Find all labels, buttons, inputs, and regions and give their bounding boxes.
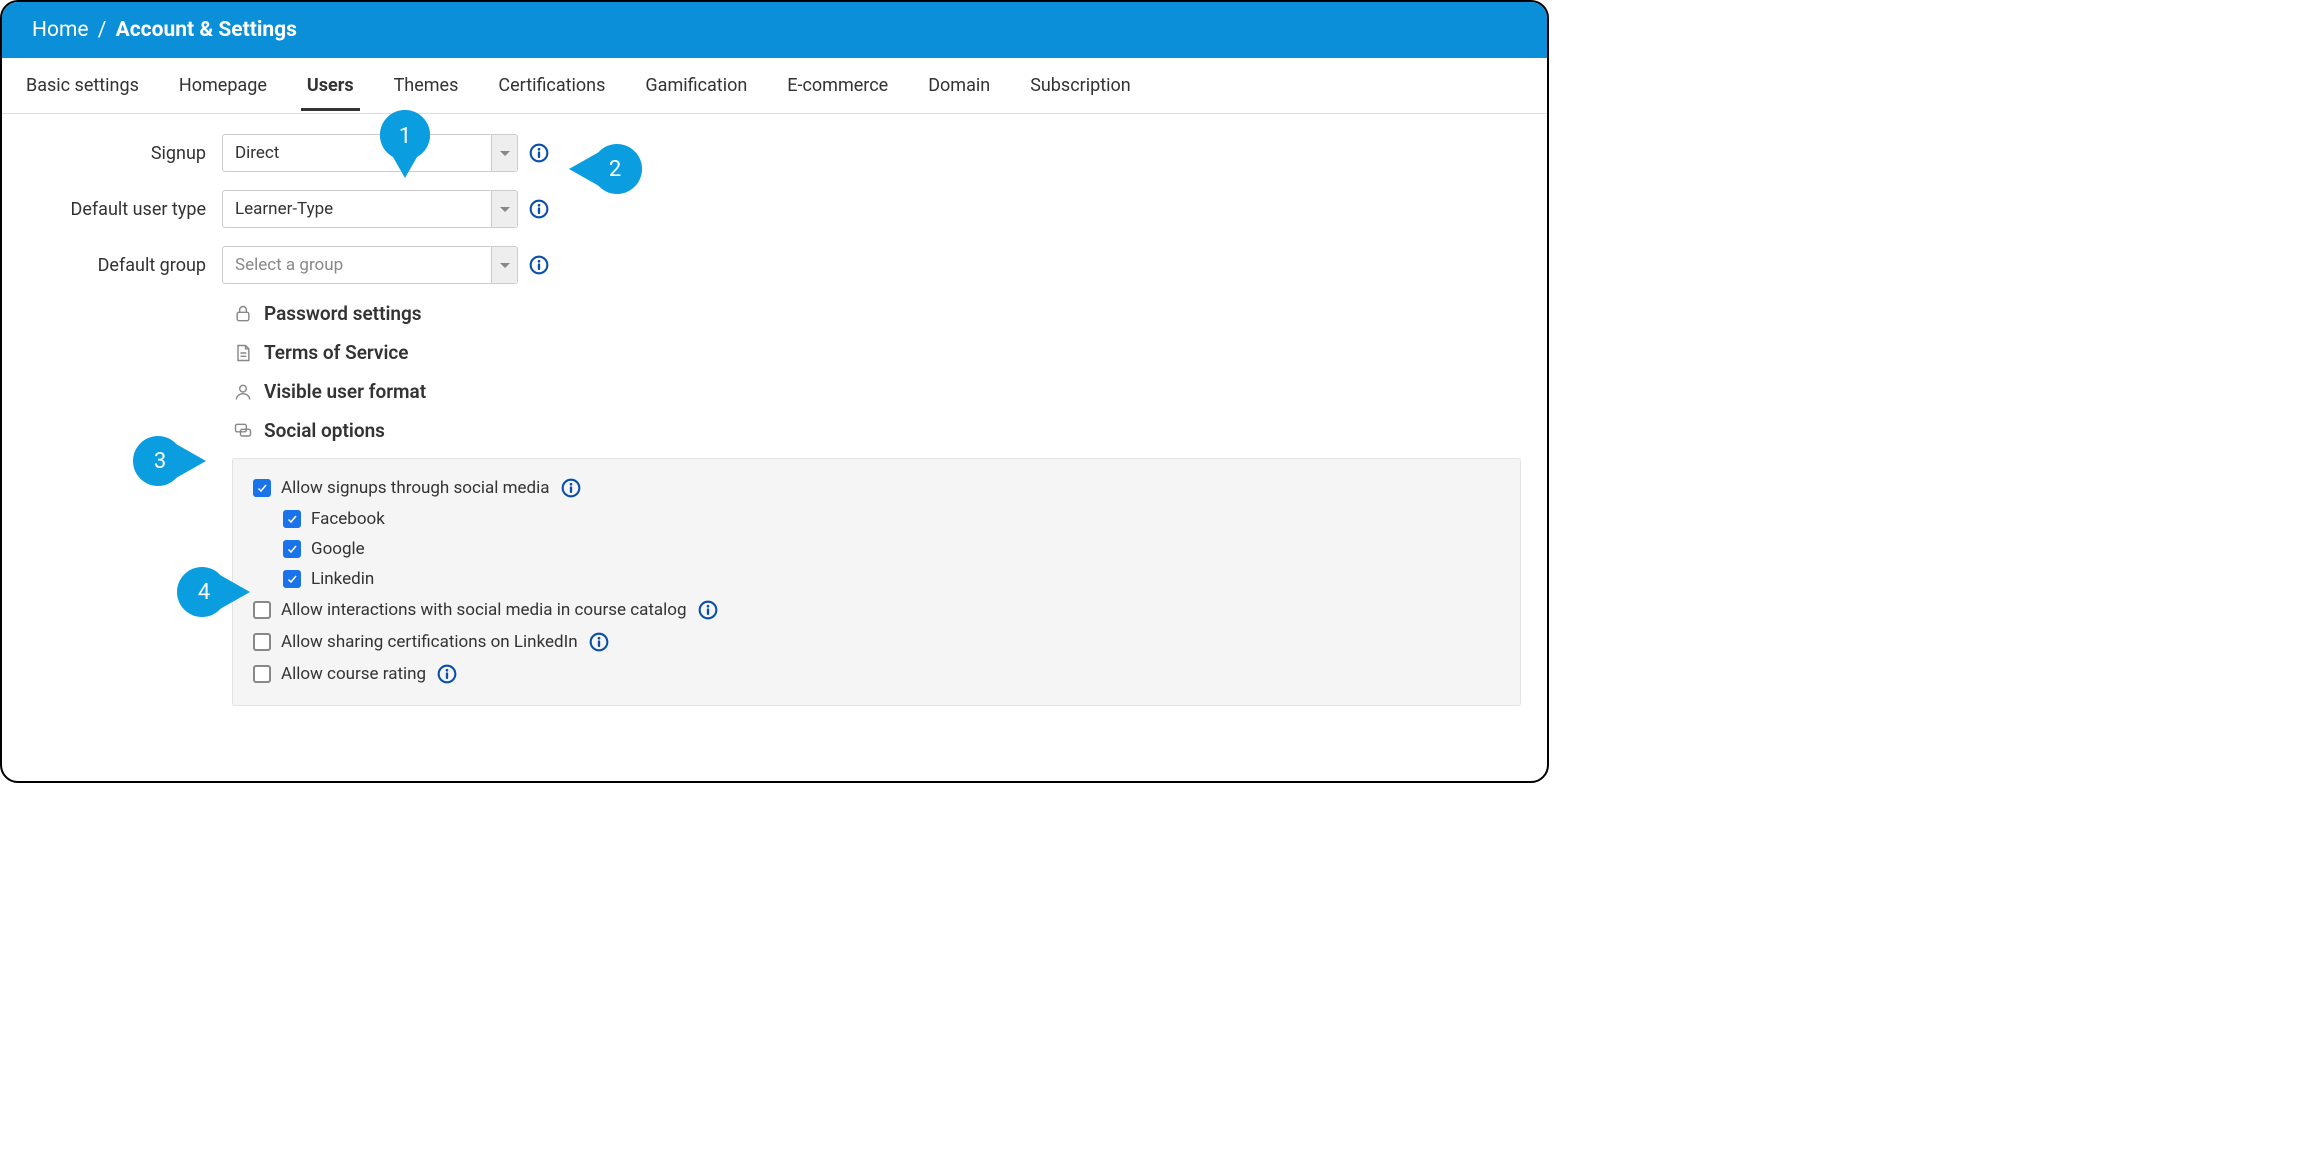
info-icon[interactable] bbox=[436, 663, 458, 685]
user-icon bbox=[232, 381, 254, 403]
tab-subscription[interactable]: Subscription bbox=[1030, 61, 1131, 110]
callout-1: 1 bbox=[377, 110, 433, 180]
signup-select-value: Direct bbox=[223, 143, 491, 163]
default-user-type-select[interactable]: Learner-Type bbox=[222, 190, 518, 228]
content-area: Signup Direct Default user type Learner-… bbox=[2, 114, 1547, 736]
signup-label: Signup bbox=[12, 143, 222, 164]
allow-rating-label: Allow course rating bbox=[281, 664, 426, 684]
chevron-down-icon bbox=[491, 191, 517, 227]
breadcrumb: Home / Account & Settings bbox=[2, 2, 1547, 58]
linkedin-checkbox[interactable] bbox=[283, 570, 301, 588]
default-group-select[interactable]: Select a group bbox=[222, 246, 518, 284]
info-icon[interactable] bbox=[697, 599, 719, 621]
breadcrumb-home-link[interactable]: Home bbox=[32, 18, 89, 42]
info-icon[interactable] bbox=[560, 477, 582, 499]
allow-signups-label: Allow signups through social media bbox=[281, 478, 550, 498]
callout-number: 4 bbox=[198, 580, 228, 605]
allow-share-label: Allow sharing certifications on LinkedIn bbox=[281, 632, 578, 652]
callout-number: 1 bbox=[399, 124, 411, 167]
callout-3: 3 bbox=[130, 436, 208, 486]
facebook-checkbox[interactable] bbox=[283, 510, 301, 528]
info-icon[interactable] bbox=[588, 631, 610, 653]
section-label: Terms of Service bbox=[264, 341, 409, 364]
tab-gamification[interactable]: Gamification bbox=[645, 61, 747, 110]
tabs-nav: Basic settings Homepage Users Themes Cer… bbox=[2, 58, 1547, 114]
tab-homepage[interactable]: Homepage bbox=[179, 61, 267, 110]
tab-ecommerce[interactable]: E-commerce bbox=[787, 61, 888, 110]
allow-signups-checkbox[interactable] bbox=[253, 479, 271, 497]
facebook-label: Facebook bbox=[311, 509, 385, 529]
google-label: Google bbox=[311, 539, 365, 559]
section-label: Password settings bbox=[264, 302, 422, 325]
social-options-panel: Allow signups through social media Faceb… bbox=[232, 458, 1521, 706]
callout-number: 3 bbox=[154, 449, 184, 474]
tab-certifications[interactable]: Certifications bbox=[498, 61, 605, 110]
section-label: Visible user format bbox=[264, 380, 426, 403]
section-label: Social options bbox=[264, 419, 385, 442]
tab-basic-settings[interactable]: Basic settings bbox=[26, 61, 139, 110]
google-checkbox[interactable] bbox=[283, 540, 301, 558]
tab-themes[interactable]: Themes bbox=[394, 61, 459, 110]
window: Home / Account & Settings Basic settings… bbox=[0, 0, 1549, 783]
allow-rating-checkbox[interactable] bbox=[253, 665, 271, 683]
section-visible-user-format[interactable]: Visible user format bbox=[12, 380, 1537, 403]
chevron-down-icon bbox=[491, 135, 517, 171]
default-group-placeholder: Select a group bbox=[223, 255, 491, 275]
allow-share-checkbox[interactable] bbox=[253, 633, 271, 651]
section-social-options[interactable]: Social options bbox=[12, 419, 1537, 442]
breadcrumb-separator: / bbox=[94, 18, 111, 42]
section-terms-of-service[interactable]: Terms of Service bbox=[12, 341, 1537, 364]
info-icon[interactable] bbox=[528, 198, 550, 220]
info-icon[interactable] bbox=[528, 142, 550, 164]
callout-number: 2 bbox=[591, 157, 621, 182]
document-icon bbox=[232, 342, 254, 364]
tab-domain[interactable]: Domain bbox=[928, 61, 990, 110]
signup-select[interactable]: Direct bbox=[222, 134, 518, 172]
linkedin-label: Linkedin bbox=[311, 569, 374, 589]
allow-catalog-checkbox[interactable] bbox=[253, 601, 271, 619]
default-user-type-value: Learner-Type bbox=[223, 199, 491, 219]
lock-icon bbox=[232, 303, 254, 325]
chevron-down-icon bbox=[491, 247, 517, 283]
callout-4: 4 bbox=[174, 567, 252, 617]
tab-users[interactable]: Users bbox=[307, 61, 354, 110]
info-icon[interactable] bbox=[528, 254, 550, 276]
section-password-settings[interactable]: Password settings bbox=[12, 302, 1537, 325]
breadcrumb-title: Account & Settings bbox=[116, 18, 297, 42]
allow-catalog-label: Allow interactions with social media in … bbox=[281, 600, 687, 620]
callout-2: 2 bbox=[567, 144, 645, 194]
default-group-label: Default group bbox=[12, 255, 222, 276]
chat-icon bbox=[232, 420, 254, 442]
default-user-type-label: Default user type bbox=[12, 199, 222, 220]
